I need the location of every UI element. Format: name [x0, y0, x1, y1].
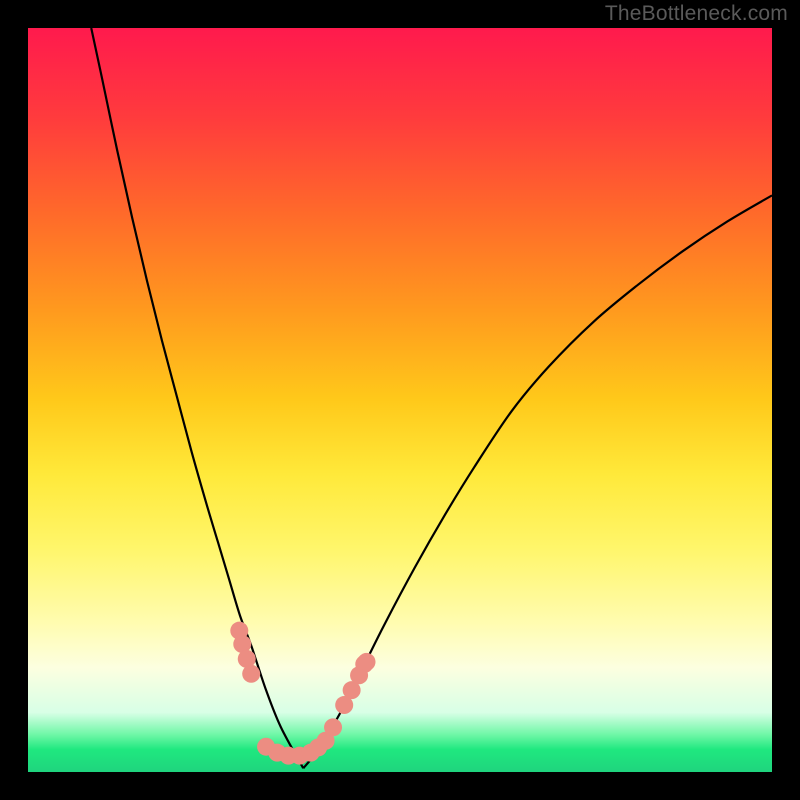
marker-group: [230, 622, 375, 765]
marker-right-cluster-top-c: [358, 653, 376, 671]
bottleneck-curve-left: [91, 28, 303, 768]
chart-frame: TheBottleneck.com: [0, 0, 800, 800]
marker-left-cluster-low: [242, 665, 260, 683]
marker-right-cluster-low: [324, 718, 342, 736]
plot-area: [28, 28, 772, 772]
chart-svg: [28, 28, 772, 772]
bottleneck-curve-right: [303, 195, 772, 768]
watermark-text: TheBottleneck.com: [605, 2, 788, 26]
curve-group: [91, 28, 772, 768]
